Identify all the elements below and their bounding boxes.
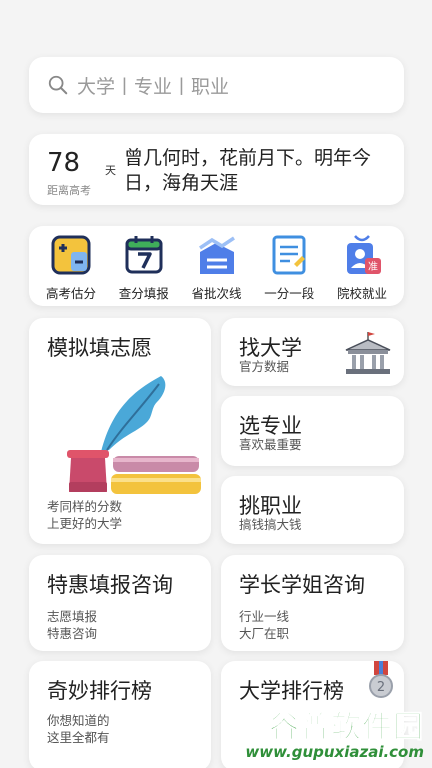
employee-badge-icon: 准	[347, 235, 381, 274]
tool-batch-line[interactable]: 省批次线	[185, 234, 249, 306]
silver-medal-icon: 2	[369, 661, 393, 698]
chart-icon	[198, 236, 235, 274]
tool-label: 一分一段	[264, 286, 315, 301]
subtitle-line: 你想知道的	[47, 713, 110, 728]
card-title: 奇妙排行榜	[47, 679, 152, 703]
card-title: 学长学姐咨询	[239, 573, 365, 597]
calendar-icon	[125, 236, 163, 274]
tool-label: 省批次线	[191, 286, 242, 301]
senior-consult-card[interactable]: 学长学姐咨询 行业一线 大厂在职	[221, 555, 404, 651]
find-university-card[interactable]: 找大学 官方数据	[221, 318, 404, 386]
tool-score-estimate[interactable]: 高考估分	[39, 234, 103, 306]
card-subtitle: 官方数据	[239, 359, 290, 374]
quick-tools-bar: 高考估分 查分填报 省批次线 一分一段 准 院校就业	[29, 226, 404, 306]
card-title: 特惠填报咨询	[47, 573, 173, 597]
tool-score-query[interactable]: 查分填报	[112, 234, 176, 306]
document-icon	[272, 235, 306, 275]
subtitle-line: 特惠咨询	[47, 626, 98, 641]
card-subtitle: 志愿填报 特惠咨询	[47, 608, 97, 642]
discount-consult-card[interactable]: 特惠填报咨询 志愿填报 特惠咨询	[29, 555, 211, 651]
subtitle-line: 上更好的大学	[47, 516, 123, 531]
subtitle-line: 行业一线	[239, 609, 290, 624]
card-subtitle: 考同样的分数 上更好的大学	[47, 498, 122, 532]
search-placeholder: 大学丨专业丨职业	[77, 75, 230, 98]
subtitle-line: 大厂在职	[239, 626, 290, 641]
site-watermark: 谷普软件园 www.gupuxiazai.com	[236, 700, 432, 768]
watermark-url: www.gupuxiazai.com	[245, 743, 424, 761]
choose-major-card[interactable]: 选专业 喜欢最重要	[221, 396, 404, 466]
university-building-icon	[345, 332, 391, 374]
search-bar[interactable]: 大学丨专业丨职业	[29, 57, 404, 113]
tool-label: 查分填报	[118, 286, 169, 301]
tool-college-employment[interactable]: 准 院校就业	[330, 234, 394, 306]
tool-label: 高考估分	[45, 286, 96, 301]
badge-text: 准	[368, 261, 378, 273]
choose-career-card[interactable]: 挑职业 搞钱搞大钱	[221, 476, 404, 544]
countdown-unit: 天	[105, 164, 116, 177]
card-title: 模拟填志愿	[47, 336, 152, 360]
watermark-title: 谷普软件园	[269, 710, 424, 746]
card-subtitle: 你想知道的 这里全都有	[47, 712, 110, 746]
gaokao-countdown-card: 78 天 距离高考 曾几何时，花前月下。明年今日，海角天涯	[29, 134, 404, 205]
ink-books-illustration-icon	[67, 376, 201, 494]
card-subtitle: 行业一线 大厂在职	[239, 608, 289, 642]
countdown-days: 78	[47, 148, 81, 178]
fun-ranking-card[interactable]: 奇妙排行榜 你想知道的 这里全都有	[29, 661, 211, 768]
daily-quote: 曾几何时，花前月下。明年今日，海角天涯	[124, 147, 372, 194]
mock-application-card[interactable]: 模拟填志愿 考同样的分数 上更好的大学	[29, 318, 211, 544]
tool-label: 院校就业	[336, 286, 387, 301]
card-subtitle: 喜欢最重要	[239, 437, 302, 452]
search-icon	[48, 75, 68, 95]
medal-text: 2	[377, 680, 385, 695]
card-subtitle: 搞钱搞大钱	[239, 517, 302, 532]
countdown-label: 距离高考	[47, 184, 91, 197]
subtitle-line: 考同样的分数	[47, 499, 123, 514]
tool-score-ranking[interactable]: 一分一段	[257, 234, 321, 306]
subtitle-line: 志愿填报	[47, 609, 98, 624]
subtitle-line: 这里全都有	[47, 730, 110, 745]
calculator-icon	[51, 235, 91, 275]
